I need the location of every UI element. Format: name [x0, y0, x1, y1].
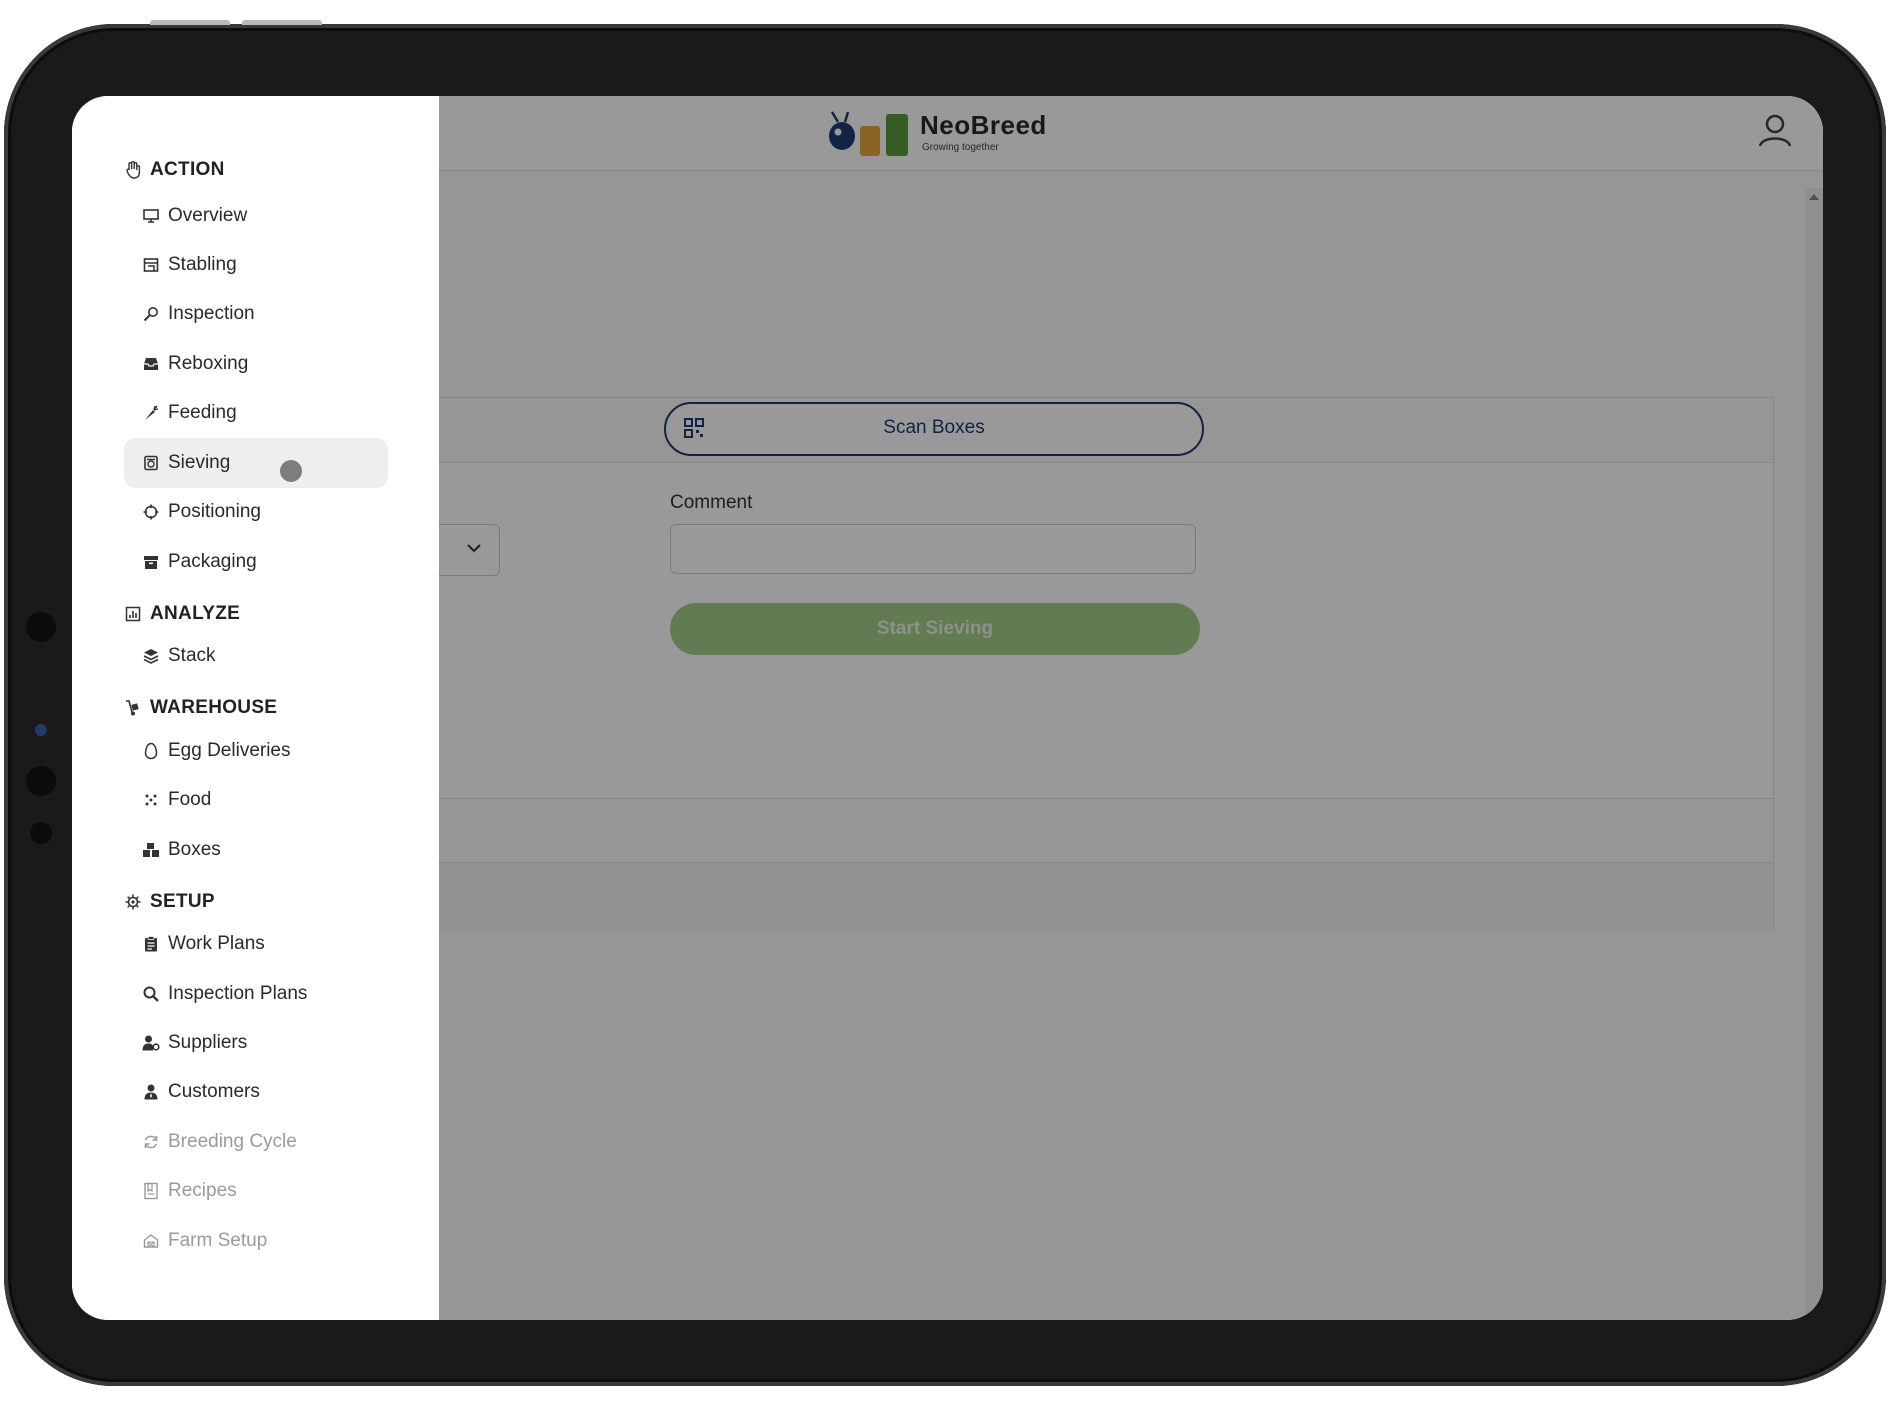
sidebar-item-label: Recipes — [168, 1180, 237, 1201]
touch-indicator — [280, 460, 302, 482]
sidebar-item-label: Positioning — [168, 501, 261, 522]
sensor-dot — [26, 766, 56, 796]
sidebar-item-packaging[interactable]: Packaging — [124, 537, 388, 587]
sidebar-item-customers[interactable]: Customers — [124, 1067, 388, 1117]
sidebar-item-stack[interactable]: Stack — [124, 631, 388, 681]
camera-lens — [35, 724, 47, 736]
sidebar-item-suppliers[interactable]: Suppliers — [124, 1018, 388, 1068]
sidebar-item-feeding[interactable]: Feeding — [124, 388, 388, 438]
sidebar-item-label: Reboxing — [168, 353, 249, 374]
tablet-screen: NeoBreed Growing together Scan Boxes Com… — [72, 96, 1823, 1320]
section-warehouse: WAREHOUSE — [124, 694, 277, 722]
sidebar-item-breeding-cycle[interactable]: Breeding Cycle — [124, 1117, 388, 1167]
sidebar-item-recipes[interactable]: Recipes — [124, 1166, 388, 1216]
sidebar-item-label: Breeding Cycle — [168, 1131, 297, 1152]
magnifier-icon — [142, 305, 160, 323]
carrot-icon — [142, 404, 160, 422]
sidebar-item-label: Work Plans — [168, 933, 265, 954]
sidebar-item-label: Suppliers — [168, 1032, 248, 1053]
sidebar-item-label: Overview — [168, 205, 248, 226]
sidebar-item-label: Customers — [168, 1081, 260, 1102]
sidebar-item-food[interactable]: Food — [124, 775, 388, 825]
crosshair-icon — [142, 503, 160, 521]
sidebar-item-reboxing[interactable]: Reboxing — [124, 339, 388, 389]
sidebar-item-label: Feeding — [168, 402, 237, 423]
clipboard-icon — [142, 935, 160, 953]
section-analyze: ANALYZE — [124, 600, 240, 628]
recipe-icon — [142, 1182, 160, 1200]
user-tie-icon — [142, 1083, 160, 1101]
sieve-icon — [142, 454, 160, 472]
sidebar-item-label: Egg Deliveries — [168, 740, 291, 761]
section-setup: SETUP — [124, 888, 215, 916]
sidebar-item-label: Stack — [168, 645, 216, 666]
sidebar-item-label: Stabling — [168, 254, 237, 275]
sidebar-item-farm-setup[interactable]: Farm Setup — [124, 1216, 388, 1266]
stable-icon — [142, 256, 160, 274]
section-title: SETUP — [150, 891, 215, 912]
volume-button — [150, 20, 230, 25]
section-title: WAREHOUSE — [150, 697, 278, 718]
layers-icon — [142, 647, 160, 665]
volume-button — [242, 20, 322, 25]
sidebar-item-label: Farm Setup — [168, 1230, 268, 1251]
sidebar-item-sieving[interactable]: Sieving — [124, 438, 388, 488]
sidebar-item-positioning[interactable]: Positioning — [124, 487, 388, 537]
sidebar-item-work-plans[interactable]: Work Plans — [124, 919, 388, 969]
navigation-drawer: ACTION Overview Stabling Inspection Rebo… — [72, 96, 439, 1320]
dots-icon — [142, 791, 160, 809]
sidebar-item-inspection[interactable]: Inspection — [124, 289, 388, 339]
monitor-icon — [142, 207, 160, 225]
sidebar-item-label: Inspection Plans — [168, 983, 308, 1004]
gear-icon — [124, 893, 142, 911]
section-title: ACTION — [150, 159, 225, 180]
sidebar-item-label: Food — [168, 789, 212, 810]
sidebar-item-label: Inspection — [168, 303, 255, 324]
section-title: ANALYZE — [150, 603, 241, 624]
sidebar-item-inspection-plans[interactable]: Inspection Plans — [124, 969, 388, 1019]
sensor-dot — [26, 612, 56, 642]
boxes-icon — [142, 841, 160, 859]
chart-icon — [124, 605, 142, 623]
farm-icon — [142, 1232, 160, 1250]
sidebar-item-overview[interactable]: Overview — [124, 191, 388, 241]
cycle-icon — [142, 1133, 160, 1151]
inbox-icon — [142, 355, 160, 373]
section-action: ACTION — [124, 156, 225, 184]
sensor-dot — [30, 822, 52, 844]
search-icon — [142, 985, 160, 1003]
sidebar-item-label: Boxes — [168, 839, 221, 860]
sidebar-item-stabling[interactable]: Stabling — [124, 240, 388, 290]
egg-icon — [142, 742, 160, 760]
user-gear-icon — [142, 1034, 160, 1052]
dolly-icon — [124, 699, 142, 717]
sidebar-item-label: Sieving — [168, 452, 231, 473]
sidebar-item-egg-deliveries[interactable]: Egg Deliveries — [124, 726, 388, 776]
sidebar-item-label: Packaging — [168, 551, 257, 572]
box-icon — [142, 553, 160, 571]
sidebar-item-boxes[interactable]: Boxes — [124, 825, 388, 875]
hand-icon — [124, 161, 142, 179]
